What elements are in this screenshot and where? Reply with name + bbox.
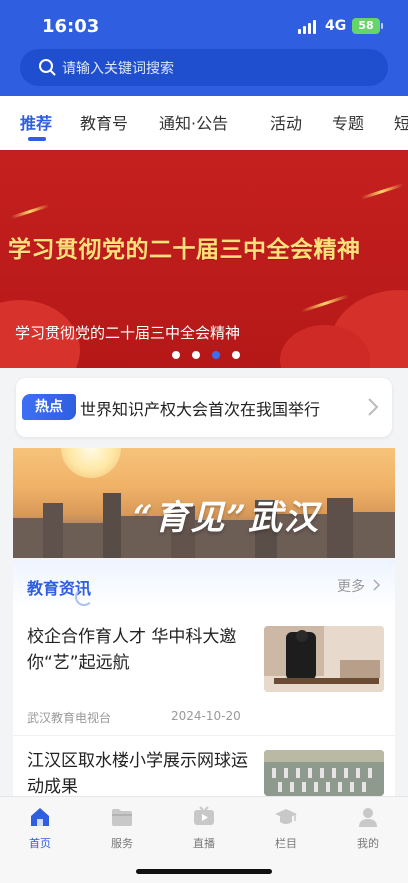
sparkle-decoration: [300, 294, 350, 313]
banner-headline: 学习贯彻党的二十届三中全会精神: [8, 236, 361, 263]
tab-topics[interactable]: 专题: [332, 110, 364, 134]
nav-columns[interactable]: 栏目: [256, 805, 316, 850]
battery-tip: [381, 23, 383, 29]
skyline-building: [13, 518, 43, 558]
nav-home[interactable]: 首页: [10, 805, 70, 850]
sparkle-decoration: [10, 203, 50, 220]
folder-icon: [112, 809, 132, 826]
app-header: 16:03 4G 58 请输入关键词搜索: [0, 0, 408, 96]
nav-live[interactable]: 直播: [174, 805, 234, 850]
hot-topic-card[interactable]: 热点 世界知识产权大会首次在我国举行: [16, 378, 392, 437]
status-time: 16:03: [42, 16, 100, 37]
news-item-source: 武汉教育电视台: [27, 711, 112, 725]
carousel-dot[interactable]: [192, 351, 200, 359]
news-divider: [13, 735, 395, 736]
hot-topic-text: 世界知识产权大会首次在我国举行: [80, 400, 321, 419]
loading-spinner-icon: [75, 588, 93, 606]
cellular-signal-icon: [298, 20, 318, 34]
skyline-building: [63, 523, 103, 558]
tab-education-account[interactable]: 教育号: [80, 110, 128, 134]
nav-mine-label: 我的: [357, 837, 379, 850]
graduation-cap-icon: [275, 809, 297, 824]
tab-recommend[interactable]: 推荐: [20, 110, 52, 134]
home-icon: [31, 808, 49, 826]
news-item-date: 2024-10-20: [171, 709, 241, 723]
chevron-right-icon: [373, 579, 381, 591]
nav-home-label: 首页: [29, 837, 51, 850]
news-thumbnail-image: [264, 750, 384, 796]
nav-live-label: 直播: [193, 837, 215, 850]
promo-slogan: “育见”武汉: [133, 498, 321, 538]
home-indicator: [136, 869, 272, 874]
sun-decoration: [61, 448, 121, 478]
category-tabs: 推荐 教育号 通知·公告 活动 专题 短: [0, 96, 408, 150]
battery-icon: 58: [352, 18, 380, 34]
news-item-title: 校企合作育人才 华中科大邀你“艺”起远航: [27, 627, 237, 673]
news-item-thumbnail: [264, 626, 384, 692]
skyline-building: [103, 493, 121, 558]
news-section: 教育资讯 更多 校企合作育人才 华中科大邀你“艺”起远航 武汉教育电视台 202…: [13, 560, 395, 797]
nav-columns-label: 栏目: [275, 837, 297, 850]
news-item-title: 江汉区取水楼小学展示网球运动成果: [27, 751, 248, 797]
skyline-building: [43, 503, 63, 558]
chevron-right-icon: [368, 398, 379, 416]
sparkle-decoration: [360, 183, 404, 200]
promo-city-image[interactable]: “育见”武汉: [13, 448, 395, 558]
hot-badge: 热点: [22, 394, 76, 420]
banner-caption: 学习贯彻党的二十届三中全会精神: [15, 324, 241, 342]
news-section-header: 教育资讯 更多: [13, 560, 395, 610]
news-thumbnail-image: [264, 626, 384, 692]
user-icon: [359, 808, 377, 827]
nav-services[interactable]: 服务: [92, 805, 152, 850]
nav-services-label: 服务: [111, 837, 133, 850]
tab-activities[interactable]: 活动: [270, 110, 302, 134]
tv-icon: [194, 806, 214, 825]
tab-notices[interactable]: 通知·公告: [159, 110, 228, 134]
skyline-building: [327, 498, 353, 558]
more-link[interactable]: 更多: [337, 576, 365, 596]
status-bar: 16:03 4G 58: [0, 0, 408, 48]
carousel-dot-active[interactable]: [212, 351, 220, 359]
search-placeholder: 请输入关键词搜索: [62, 61, 174, 77]
search-icon: [39, 59, 56, 76]
search-bar[interactable]: 请输入关键词搜索: [20, 49, 388, 86]
tab-short[interactable]: 短: [394, 110, 408, 134]
network-type: 4G: [325, 18, 347, 34]
news-item-thumbnail: [264, 750, 384, 796]
tab-active-indicator: [28, 137, 46, 141]
carousel-dot[interactable]: [172, 351, 180, 359]
nav-mine[interactable]: 我的: [338, 805, 398, 850]
banner-carousel[interactable]: 学习贯彻党的二十届三中全会精神 学习贯彻党的二十届三中全会精神: [0, 150, 408, 368]
carousel-dot[interactable]: [232, 351, 240, 359]
skyline-building: [353, 512, 395, 558]
